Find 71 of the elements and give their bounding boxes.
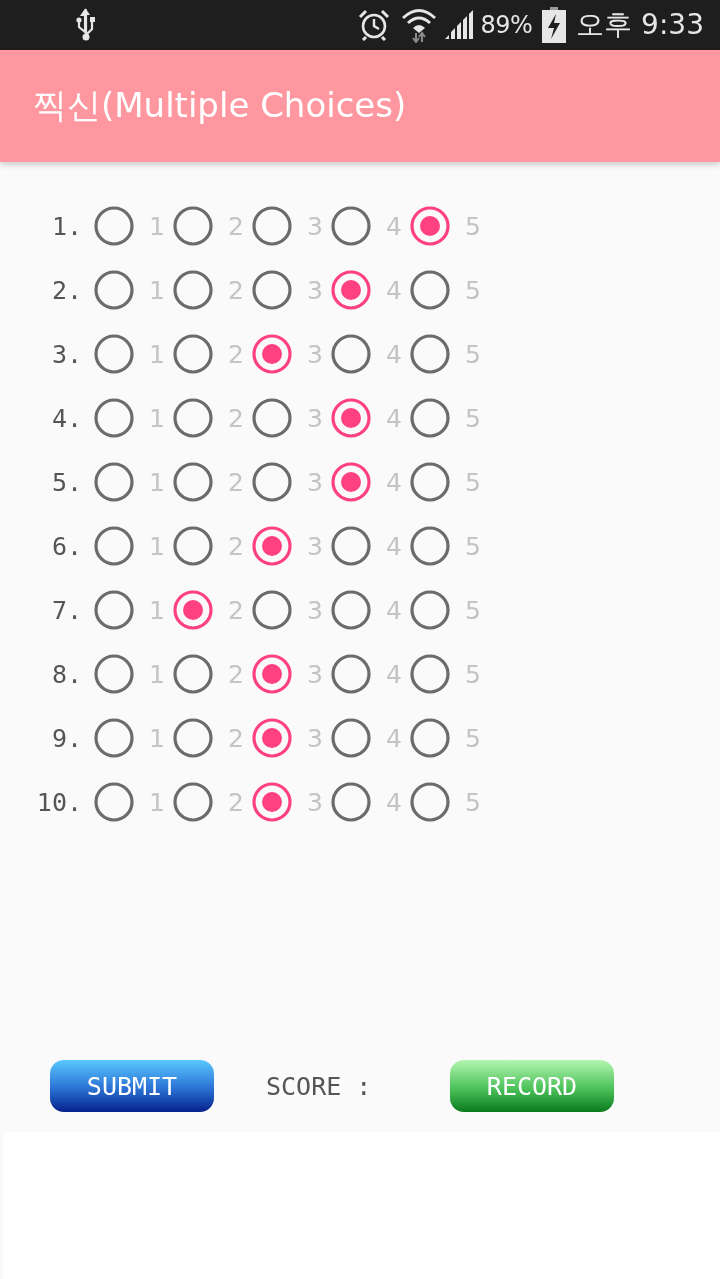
radio-button[interactable] — [173, 782, 213, 822]
radio-button[interactable] — [94, 270, 134, 310]
radio-button[interactable] — [173, 206, 213, 246]
radio-button[interactable] — [331, 654, 371, 694]
radio-button[interactable] — [331, 270, 371, 310]
radio-button[interactable] — [173, 654, 213, 694]
radio-button[interactable] — [173, 462, 213, 502]
radio-button[interactable] — [252, 206, 292, 246]
radio-button[interactable] — [331, 782, 371, 822]
submit-button[interactable]: SUBMIT — [50, 1060, 214, 1112]
question-number: 3. — [50, 339, 82, 369]
radio-button[interactable] — [410, 590, 450, 630]
radio-button[interactable] — [331, 590, 371, 630]
signal-icon — [444, 10, 475, 40]
alarm-clock-icon — [358, 9, 391, 41]
radio-button[interactable] — [331, 718, 371, 758]
radio-button[interactable] — [252, 462, 292, 502]
radio-button[interactable] — [331, 334, 371, 374]
clock-time: 오후 9:33 — [576, 7, 704, 43]
radio-button[interactable] — [410, 462, 450, 502]
radio-button[interactable] — [331, 206, 371, 246]
radio-button[interactable] — [94, 654, 134, 694]
radio-button[interactable] — [252, 654, 292, 694]
score-label: SCORE : — [266, 1071, 373, 1101]
question-number: 9. — [50, 723, 82, 753]
radio-button[interactable] — [252, 398, 292, 438]
radio-button[interactable] — [252, 334, 292, 374]
question-number: 7. — [50, 595, 82, 625]
radio-button[interactable] — [252, 590, 292, 630]
question-number: 1. — [50, 211, 82, 241]
radio-button[interactable] — [173, 334, 213, 374]
radio-button[interactable] — [94, 334, 134, 374]
radio-button[interactable] — [410, 782, 450, 822]
question-number: 10. — [35, 787, 82, 817]
radio-button[interactable] — [173, 590, 213, 630]
radio-button[interactable] — [410, 334, 450, 374]
radio-button[interactable] — [252, 526, 292, 566]
radio-button[interactable] — [173, 526, 213, 566]
radio-button[interactable] — [410, 718, 450, 758]
radio-button[interactable] — [94, 590, 134, 630]
radio-button[interactable] — [94, 782, 134, 822]
radio-button[interactable] — [410, 270, 450, 310]
radio-button[interactable] — [331, 526, 371, 566]
radio-button[interactable] — [410, 654, 450, 694]
radio-button[interactable] — [94, 526, 134, 566]
radio-button[interactable] — [173, 270, 213, 310]
radio-button[interactable] — [173, 718, 213, 758]
question-number: 5. — [50, 467, 82, 497]
question-number: 6. — [50, 531, 82, 561]
battery-charging-icon — [542, 7, 567, 43]
wifi-icon — [402, 7, 437, 43]
radio-button[interactable] — [410, 526, 450, 566]
radio-button[interactable] — [94, 462, 134, 502]
radio-button[interactable] — [331, 462, 371, 502]
radio-button[interactable] — [173, 398, 213, 438]
app-title: 찍신(Multiple Choices) — [33, 84, 407, 127]
radio-button[interactable] — [94, 206, 134, 246]
question-number: 2. — [50, 275, 82, 305]
radio-button[interactable] — [410, 206, 450, 246]
radio-button[interactable] — [410, 398, 450, 438]
question-number: 4. — [50, 403, 82, 433]
question-number: 8. — [50, 659, 82, 689]
radio-button[interactable] — [94, 718, 134, 758]
radio-button[interactable] — [252, 718, 292, 758]
radio-button[interactable] — [252, 270, 292, 310]
battery-percentage: 89% — [480, 11, 533, 39]
radio-button[interactable] — [252, 782, 292, 822]
usb-icon — [74, 8, 98, 42]
radio-button[interactable] — [94, 398, 134, 438]
radio-button[interactable] — [331, 398, 371, 438]
record-button[interactable]: RECORD — [450, 1060, 614, 1112]
